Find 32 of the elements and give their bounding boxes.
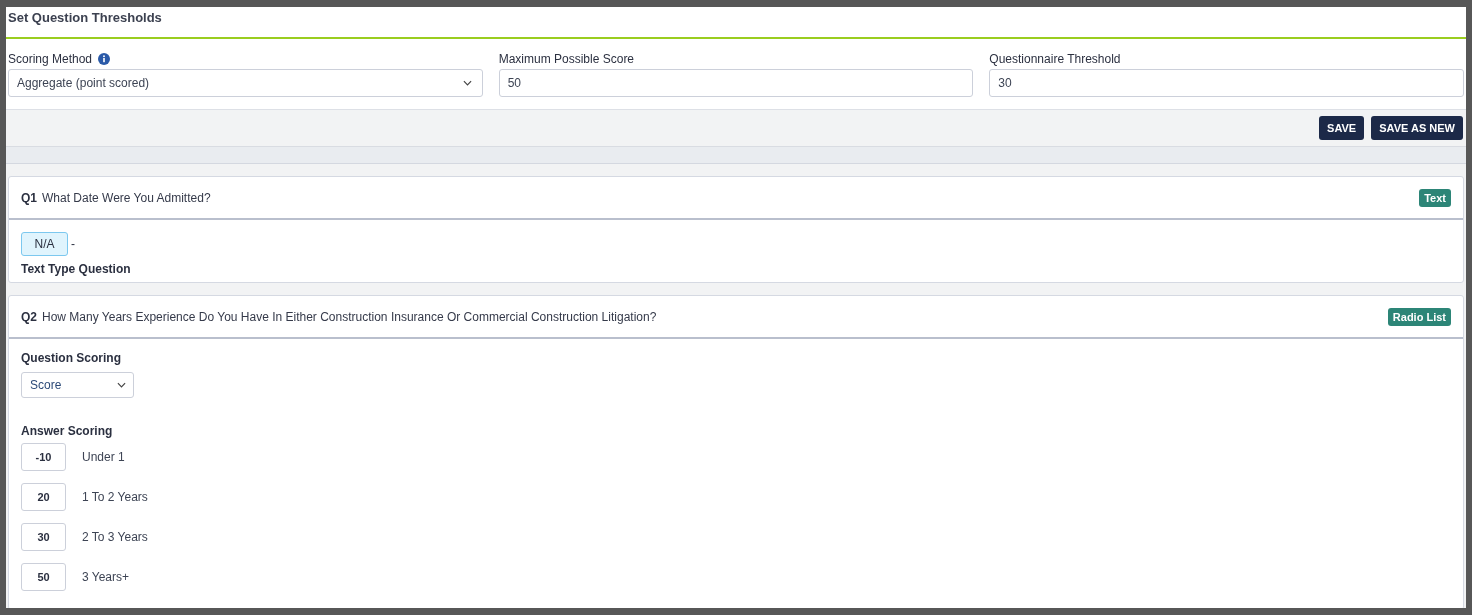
question-number: Q1: [21, 190, 37, 205]
scoring-method-select[interactable]: Aggregate (point scored): [8, 69, 483, 97]
answer-label: Under 1: [82, 450, 125, 464]
section-label: Question Scoring: [21, 351, 122, 365]
answer-label: 1 To 2 Years: [82, 490, 148, 504]
field-label: Questionnaire Threshold: [989, 52, 1121, 66]
question-type-tag: Radio List: [1387, 307, 1451, 326]
score-field[interactable]: -10: [21, 443, 66, 471]
question-number: Q2: [21, 309, 37, 324]
question-note: Text Type Question: [21, 262, 132, 276]
save-button[interactable]: SAVE: [1319, 116, 1365, 140]
question-text: What Date Were You Admitted?: [42, 190, 212, 205]
page-title: Set Question Thresholds: [6, 7, 1466, 39]
input-field[interactable]: 30: [989, 69, 1464, 97]
score-field[interactable]: N/A: [21, 232, 68, 256]
score-field[interactable]: 20: [21, 483, 66, 511]
field-label: Scoring Method: [8, 52, 93, 66]
score-field[interactable]: 30: [21, 523, 66, 551]
question-text: How Many Years Experience Do You Have In Either Construction Insurance Or Commercial Construction Litigation?: [42, 309, 658, 324]
chevron-down-icon: [117, 382, 126, 388]
question-type-tag: Text: [1419, 188, 1451, 207]
input-field[interactable]: 50: [498, 69, 974, 97]
save-button[interactable]: SAVE AS NEW: [1371, 116, 1463, 140]
question-scoring-select[interactable]: Score: [21, 372, 134, 398]
field-label: Maximum Possible Score: [498, 52, 635, 66]
separator-text: -: [71, 237, 75, 251]
score-field[interactable]: 50: [21, 563, 66, 591]
answer-label: 3 Years+: [82, 570, 130, 584]
answer-label: 2 To 3 Years: [82, 530, 148, 544]
section-label: Answer Scoring: [21, 424, 114, 438]
chevron-down-icon: [462, 80, 472, 86]
info-icon[interactable]: [98, 53, 111, 65]
